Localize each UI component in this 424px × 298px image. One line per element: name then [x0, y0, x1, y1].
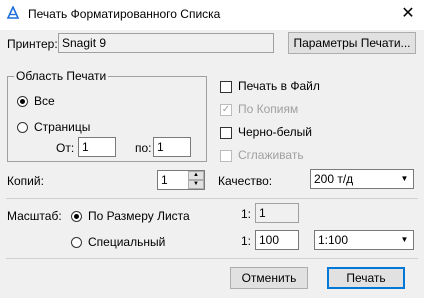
printer-label: Принтер:: [7, 37, 58, 51]
radio-custom[interactable]: [71, 237, 82, 248]
radio-all[interactable]: [17, 96, 28, 107]
print-to-file-label[interactable]: Печать в Файл: [238, 79, 320, 93]
smooth-checkbox: [220, 150, 232, 162]
ratio-prefix-1: 1:: [241, 207, 252, 221]
black-white-label[interactable]: Черно-белый: [238, 125, 312, 139]
spin-down-icon[interactable]: ▼: [188, 180, 204, 189]
from-page-input[interactable]: 1: [78, 137, 116, 157]
to-label: по:: [135, 141, 152, 155]
smooth-label: Сглаживать: [238, 148, 304, 162]
spin-up-icon[interactable]: ▲: [188, 171, 204, 180]
printer-field: Snagit 9: [58, 33, 274, 53]
black-white-checkbox[interactable]: [220, 127, 232, 139]
print-to-file-checkbox[interactable]: [220, 81, 232, 93]
radio-fit-page[interactable]: [71, 211, 82, 222]
radio-pages[interactable]: [17, 122, 28, 133]
separator: [6, 198, 418, 199]
scale-label: Масштаб:: [7, 209, 62, 223]
chevron-down-icon[interactable]: ▼: [396, 170, 413, 188]
ratio-input[interactable]: 100: [255, 230, 299, 250]
radio-pages-label[interactable]: Страницы: [34, 120, 90, 134]
chevron-down-icon[interactable]: ▼: [396, 231, 413, 249]
to-page-input[interactable]: 1: [153, 137, 191, 157]
radio-custom-label[interactable]: Специальный: [88, 235, 165, 249]
radio-all-label[interactable]: Все: [34, 94, 55, 108]
window-title: Печать Форматированного Списка: [28, 7, 221, 21]
radio-fit-page-label[interactable]: По Размеру Листа: [88, 209, 190, 223]
ratio-field-readonly: 1: [255, 203, 299, 223]
print-button[interactable]: Печать: [327, 267, 405, 289]
separator: [6, 258, 418, 259]
copies-label: Копий:: [7, 174, 44, 188]
close-icon[interactable]: ✕: [396, 2, 420, 26]
print-settings-button[interactable]: Параметры Печати...: [288, 32, 416, 54]
quality-label: Качество:: [218, 174, 273, 188]
by-copies-label: По Копиям: [238, 102, 299, 116]
by-copies-checkbox: ✓: [220, 104, 232, 116]
title-bar: Печать Форматированного Списка ✕: [0, 0, 424, 30]
ratio-prefix-2: 1:: [241, 234, 252, 248]
cancel-button[interactable]: Отменить: [230, 267, 308, 289]
from-label: От:: [56, 141, 75, 155]
app-printer-icon: [6, 5, 20, 20]
print-area-group-label: Область Печати: [14, 69, 109, 83]
